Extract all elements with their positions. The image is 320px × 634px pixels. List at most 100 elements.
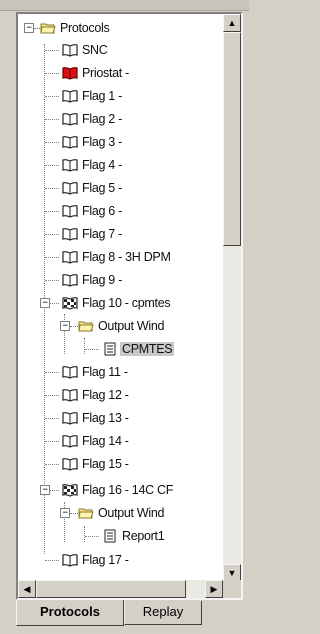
tree-line <box>45 50 59 51</box>
tree-line <box>70 513 78 514</box>
book-icon <box>62 274 78 287</box>
scroll-up-icon[interactable]: ▲ <box>223 14 241 32</box>
tree-node-flag16[interactable]: − Flag 16 - 14C CF <box>18 480 223 500</box>
book-icon <box>62 182 78 195</box>
tree-node[interactable]: Flag 17 - <box>18 550 223 570</box>
book-icon <box>62 366 78 379</box>
tree-line <box>45 234 59 235</box>
protocols-panel: − Protocols SNC Priostat - Flag 1 - Flag… <box>0 0 249 634</box>
tree-line <box>45 257 59 258</box>
tree-node-label: SNC <box>82 43 108 57</box>
tree-node[interactable]: Priostat - <box>18 63 223 83</box>
tree-node-label: Flag 13 - <box>82 411 129 425</box>
folder-icon <box>78 508 94 519</box>
tab-strip: Protocols Replay <box>16 600 243 634</box>
collapse-icon[interactable]: − <box>40 485 50 495</box>
tree-node-flag10[interactable]: − Flag 10 - cpmtes <box>18 293 223 313</box>
tree-node-document[interactable]: Report1 <box>18 526 223 546</box>
tree-node-label: Flag 9 - <box>82 273 122 287</box>
tree-line <box>45 96 59 97</box>
tree-line <box>85 536 99 537</box>
tree-node-label: Flag 3 - <box>82 135 122 149</box>
tree-node-label: Output Wind <box>98 506 165 520</box>
tree-line <box>45 395 59 396</box>
panel-top-edge <box>0 0 249 11</box>
protocol-tree-view[interactable]: − Protocols SNC Priostat - Flag 1 - Flag… <box>16 12 243 600</box>
vertical-scrollbar[interactable]: ▲ ▼ <box>223 14 241 582</box>
tree-node-label: Flag 10 - cpmtes <box>82 296 171 310</box>
tree-line <box>45 142 59 143</box>
tree-node-label: Flag 12 - <box>82 388 129 402</box>
tree-line <box>45 464 59 465</box>
red-book-icon <box>62 67 78 80</box>
book-icon <box>62 136 78 149</box>
tree-node-output-window[interactable]: − Output Wind <box>18 316 223 336</box>
book-icon <box>62 159 78 172</box>
vertical-scroll-thumb[interactable] <box>223 32 241 246</box>
tree-node-label: Protocols <box>60 21 110 35</box>
tree-node[interactable]: Flag 12 - <box>18 385 223 405</box>
horizontal-scrollbar[interactable]: ◀ ▶ <box>18 580 223 598</box>
tree-node-label-selected: CPMTES <box>120 342 175 356</box>
tree-node[interactable]: Flag 4 - <box>18 155 223 175</box>
tree-node-label: Output Wind <box>98 319 165 333</box>
tree-node-label: Report1 <box>122 529 165 543</box>
tree-line <box>45 560 59 561</box>
scroll-left-icon[interactable]: ◀ <box>18 580 36 598</box>
tab-protocols[interactable]: Protocols <box>16 600 124 626</box>
tree-node[interactable]: Flag 6 - <box>18 201 223 221</box>
collapse-icon[interactable]: − <box>60 508 70 518</box>
tree-line <box>45 165 59 166</box>
tree-node-label: Flag 6 - <box>82 204 122 218</box>
tree-node-label: Flag 1 - <box>82 89 122 103</box>
collapse-icon[interactable]: − <box>60 321 70 331</box>
tree-node[interactable]: Flag 9 - <box>18 270 223 290</box>
tree-line <box>45 372 59 373</box>
horizontal-scroll-thumb[interactable] <box>36 580 186 598</box>
tree-line <box>50 303 59 304</box>
tab-replay[interactable]: Replay <box>124 601 202 625</box>
book-icon <box>62 205 78 218</box>
book-icon <box>62 412 78 425</box>
tree-node-label: Flag 11 - <box>82 365 128 379</box>
tree-line <box>45 280 59 281</box>
tree-node[interactable]: Flag 11 - <box>18 362 223 382</box>
checkered-book-icon <box>62 297 78 310</box>
book-icon <box>62 90 78 103</box>
tree-line <box>45 441 59 442</box>
tree-node[interactable]: Flag 15 - <box>18 454 223 474</box>
scrollbar-corner <box>223 580 241 598</box>
tree-node-protocols[interactable]: − Protocols <box>18 18 223 38</box>
tree-line <box>45 73 59 74</box>
tree-node-label: Flag 16 - 14C CF <box>82 483 174 497</box>
tree-node-label: Flag 8 - 3H DPM <box>82 250 171 264</box>
tree-node-label: Flag 7 - <box>82 227 122 241</box>
tree-node-label: Flag 14 - <box>82 434 129 448</box>
tree-line <box>70 326 78 327</box>
tree-node-document[interactable]: CPMTES <box>18 339 223 359</box>
collapse-icon[interactable]: − <box>40 298 50 308</box>
document-icon <box>104 529 116 543</box>
tree-content: − Protocols SNC Priostat - Flag 1 - Flag… <box>18 14 223 582</box>
tree-node[interactable]: Flag 5 - <box>18 178 223 198</box>
collapse-icon[interactable]: − <box>24 23 34 33</box>
tree-node[interactable]: SNC <box>18 40 223 60</box>
checkered-book-icon <box>62 484 78 497</box>
scroll-right-icon[interactable]: ▶ <box>205 580 223 598</box>
tree-node[interactable]: Flag 2 - <box>18 109 223 129</box>
tree-node-label: Flag 15 - <box>82 457 129 471</box>
book-icon <box>62 389 78 402</box>
tree-line <box>45 418 59 419</box>
tree-node[interactable]: Flag 14 - <box>18 431 223 451</box>
folder-icon <box>78 321 94 332</box>
tree-node[interactable]: Flag 13 - <box>18 408 223 428</box>
tree-node[interactable]: Flag 7 - <box>18 224 223 244</box>
tree-node[interactable]: Flag 3 - <box>18 132 223 152</box>
document-icon <box>104 342 116 356</box>
tree-line <box>85 349 99 350</box>
tree-node[interactable]: Flag 8 - 3H DPM <box>18 247 223 267</box>
tree-node[interactable]: Flag 1 - <box>18 86 223 106</box>
book-icon <box>62 44 78 57</box>
folder-open-icon <box>40 23 56 34</box>
tree-node-output-window[interactable]: − Output Wind <box>18 503 223 523</box>
